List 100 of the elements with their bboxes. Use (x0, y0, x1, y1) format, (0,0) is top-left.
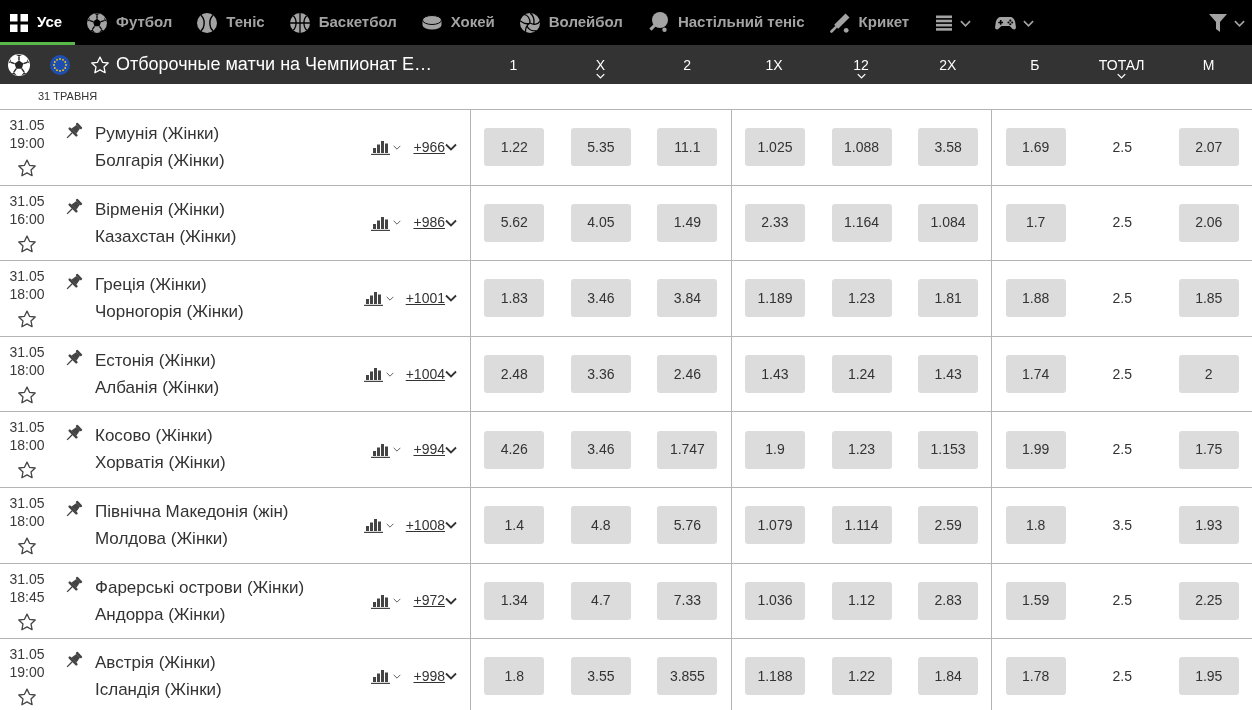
sport-tab[interactable]: Теніс (185, 0, 278, 45)
column-header[interactable]: 12 (853, 57, 869, 84)
star-icon[interactable] (18, 310, 36, 329)
star-icon[interactable] (18, 385, 36, 404)
odds-button[interactable]: 1.69 (1005, 128, 1066, 167)
odds-button[interactable]: 4.26 (484, 430, 545, 469)
odds-button[interactable]: 1.84 (918, 657, 979, 696)
more-bets-link[interactable]: +994 (413, 439, 445, 461)
odds-button[interactable]: 5.35 (570, 128, 631, 167)
odds-button[interactable]: 3.55 (570, 657, 631, 696)
sport-tab[interactable]: Футбол (75, 0, 186, 45)
sport-tab[interactable]: Крикет (817, 0, 923, 45)
odds-button[interactable]: 1.084 (918, 203, 979, 242)
odds-button[interactable]: 1.036 (744, 581, 805, 620)
chevron-down-icon[interactable] (445, 218, 457, 227)
odds-button[interactable]: 2.46 (657, 355, 718, 394)
chevron-down-icon[interactable] (445, 143, 457, 152)
odds-button[interactable]: 1.49 (657, 203, 718, 242)
odds-button[interactable]: 1.95 (1178, 657, 1239, 696)
odds-button[interactable]: 4.8 (570, 506, 631, 545)
odds-button[interactable]: 4.05 (570, 203, 631, 242)
chevron-down-icon[interactable] (445, 294, 457, 303)
more-bets-link[interactable]: +966 (413, 136, 445, 158)
odds-button[interactable]: 1.088 (831, 128, 892, 167)
odds-button[interactable]: 1.22 (831, 657, 892, 696)
odds-button[interactable]: 1.34 (484, 581, 545, 620)
more-bets-link[interactable]: +1004 (405, 363, 445, 385)
odds-button[interactable]: 1.189 (744, 279, 805, 318)
odds-button[interactable]: 1.93 (1178, 506, 1239, 545)
odds-button[interactable]: 1.85 (1178, 279, 1239, 318)
odds-button[interactable]: 1.747 (657, 430, 718, 469)
star-icon[interactable] (18, 461, 36, 480)
odds-button[interactable]: 2.06 (1178, 203, 1239, 242)
sport-tab[interactable]: Баскетбол (277, 0, 410, 45)
pin-icon[interactable] (64, 348, 83, 368)
odds-button[interactable]: 2.33 (744, 203, 805, 242)
odds-button[interactable]: 1.079 (744, 506, 805, 545)
statistics-button[interactable] (371, 441, 402, 458)
odds-button[interactable]: 3.36 (570, 355, 631, 394)
odds-button[interactable]: 7.33 (657, 581, 718, 620)
column-header[interactable]: ТОТАЛ (1098, 57, 1145, 84)
odds-button[interactable]: 1.8 (1005, 506, 1066, 545)
odds-button[interactable]: 3.84 (657, 279, 718, 318)
odds-button[interactable]: 1.23 (831, 279, 892, 318)
odds-button[interactable]: 1.12 (831, 581, 892, 620)
odds-button[interactable]: 1.75 (1178, 430, 1239, 469)
odds-button[interactable]: 3.855 (657, 657, 718, 696)
odds-button[interactable]: 2 (1178, 355, 1239, 394)
statistics-button[interactable] (363, 517, 394, 534)
odds-button[interactable]: 2.83 (918, 581, 979, 620)
statistics-button[interactable] (371, 139, 402, 156)
chevron-down-icon[interactable] (445, 596, 457, 605)
odds-button[interactable]: 3.58 (918, 128, 979, 167)
more-bets-link[interactable]: +1008 (405, 514, 445, 536)
chevron-down-icon[interactable] (445, 445, 457, 454)
star-icon[interactable] (18, 234, 36, 253)
statistics-button[interactable] (371, 668, 402, 685)
sport-tab[interactable]: Волейбол (507, 0, 636, 45)
odds-button[interactable]: 1.43 (744, 355, 805, 394)
odds-button[interactable]: 1.43 (918, 355, 979, 394)
odds-button[interactable]: 1.99 (1005, 430, 1066, 469)
star-icon[interactable] (18, 688, 36, 707)
pin-icon[interactable] (64, 499, 83, 519)
odds-button[interactable]: 1.153 (918, 430, 979, 469)
star-icon[interactable] (18, 159, 36, 177)
odds-button[interactable]: 1.7 (1005, 203, 1066, 242)
odds-button[interactable]: 1.025 (744, 128, 805, 167)
odds-button[interactable]: 2.48 (484, 355, 545, 394)
sport-tab[interactable]: Настільний теніс (635, 0, 818, 45)
odds-button[interactable]: 5.62 (484, 203, 545, 242)
odds-button[interactable]: 1.23 (831, 430, 892, 469)
odds-button[interactable]: 1.78 (1005, 657, 1066, 696)
odds-button[interactable]: 2.25 (1178, 581, 1239, 620)
pin-icon[interactable] (64, 197, 83, 217)
chevron-down-icon[interactable] (445, 672, 457, 681)
odds-button[interactable]: 1.114 (831, 506, 892, 545)
statistics-button[interactable] (363, 366, 394, 383)
column-header[interactable]: X (595, 57, 605, 84)
chevron-down-icon[interactable] (445, 521, 457, 530)
odds-button[interactable]: 4.7 (570, 581, 631, 620)
odds-button[interactable]: 1.88 (1005, 279, 1066, 318)
odds-button[interactable]: 1.9 (744, 430, 805, 469)
odds-button[interactable]: 1.24 (831, 355, 892, 394)
odds-button[interactable]: 1.188 (744, 657, 805, 696)
odds-button[interactable]: 1.164 (831, 203, 892, 242)
odds-button[interactable]: 5.76 (657, 506, 718, 545)
statistics-button[interactable] (371, 214, 402, 231)
more-bets-link[interactable]: +1001 (405, 288, 445, 309)
odds-button[interactable]: 1.81 (918, 279, 979, 318)
odds-button[interactable]: 2.59 (918, 506, 979, 545)
statistics-button[interactable] (363, 290, 394, 307)
odds-button[interactable]: 1.59 (1005, 581, 1066, 620)
more-bets-link[interactable]: +972 (413, 590, 445, 612)
more-bets-link[interactable]: +998 (413, 665, 445, 687)
star-icon[interactable] (18, 536, 36, 555)
odds-button[interactable]: 3.46 (570, 279, 631, 318)
odds-button[interactable]: 2.07 (1178, 128, 1239, 167)
odds-button[interactable]: 1.74 (1005, 355, 1066, 394)
sport-tab[interactable]: Хокей (409, 0, 508, 45)
pin-icon[interactable] (64, 122, 83, 141)
